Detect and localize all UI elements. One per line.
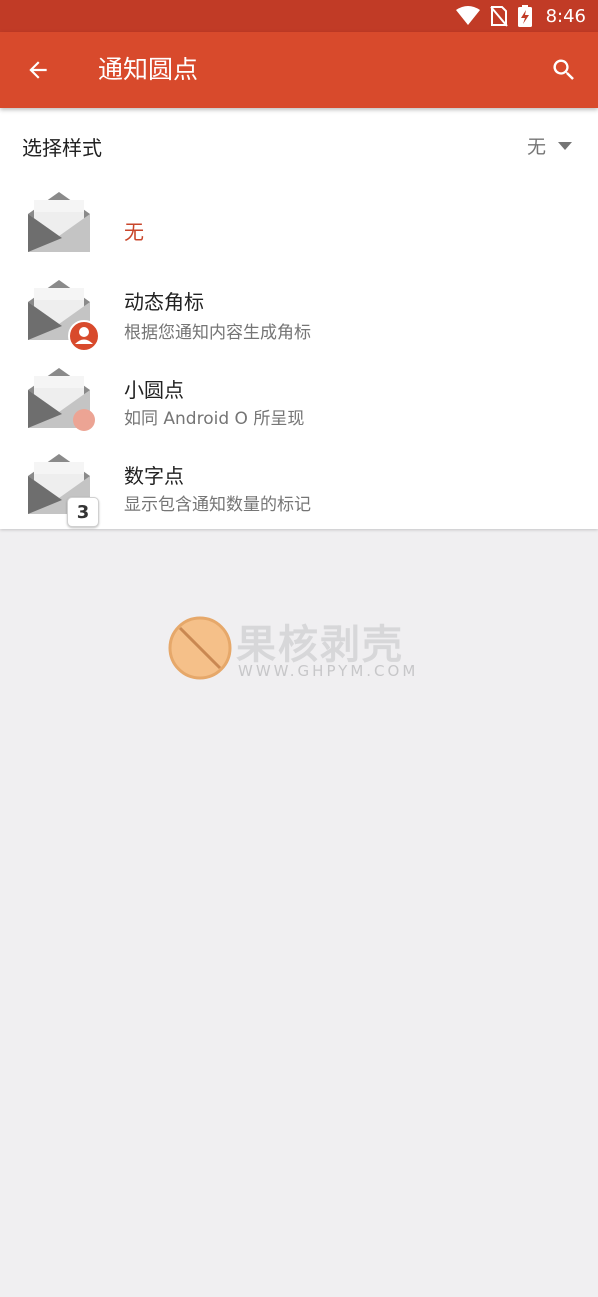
watermark: 果核剥壳 WWW.GHPYM.COM bbox=[168, 612, 438, 684]
option-subtitle: 如同 Android O 所呈现 bbox=[124, 409, 305, 429]
option-title: 动态角标 bbox=[124, 290, 204, 314]
option-none[interactable]: 无 bbox=[0, 190, 598, 276]
option-title: 小圆点 bbox=[124, 378, 184, 402]
search-icon bbox=[553, 59, 574, 80]
option-small-dot[interactable]: 小圆点 如同 Android O 所呈现 bbox=[0, 366, 598, 452]
count-badge: 3 bbox=[67, 497, 99, 527]
option-title: 数字点 bbox=[124, 464, 184, 488]
status-bar: 8:46 bbox=[0, 0, 598, 32]
back-button[interactable] bbox=[18, 52, 58, 88]
style-dropdown-value: 无 bbox=[526, 136, 546, 158]
search-button[interactable] bbox=[544, 52, 584, 88]
avatar-badge-icon bbox=[68, 320, 100, 352]
watermark-url: WWW.GHPYM.COM bbox=[238, 662, 419, 680]
style-selector-label: 选择样式 bbox=[22, 136, 102, 160]
style-dropdown[interactable]: 无 bbox=[527, 132, 572, 159]
option-subtitle: 显示包含通知数量的标记 bbox=[124, 495, 311, 515]
arrow-back-icon bbox=[29, 61, 47, 79]
watermark-logo-icon bbox=[168, 616, 232, 680]
status-time: 8:46 bbox=[545, 5, 586, 27]
option-number-dot[interactable]: 3 数字点 显示包含通知数量的标记 bbox=[0, 452, 598, 538]
battery-charging-icon bbox=[517, 5, 532, 27]
page-title: 通知圆点 bbox=[98, 55, 199, 84]
style-selector-row: 选择样式 无 bbox=[0, 118, 598, 174]
option-subtitle: 根据您通知内容生成角标 bbox=[124, 323, 311, 343]
envelope-icon bbox=[28, 192, 90, 252]
dot-badge-icon bbox=[73, 409, 95, 431]
dropdown-arrow-icon bbox=[558, 141, 572, 150]
option-dynamic-badge[interactable]: 动态角标 根据您通知内容生成角标 bbox=[0, 278, 598, 364]
app-bar: 通知圆点 bbox=[0, 32, 598, 108]
status-icons: 8:46 bbox=[455, 4, 586, 28]
wifi-icon bbox=[455, 6, 480, 25]
option-title: 无 bbox=[124, 220, 144, 244]
no-sim-icon bbox=[489, 6, 508, 27]
settings-card: 选择样式 无 无 动态角标 根据您通知内容生成角标 小圆点 如同 Android… bbox=[0, 108, 598, 529]
